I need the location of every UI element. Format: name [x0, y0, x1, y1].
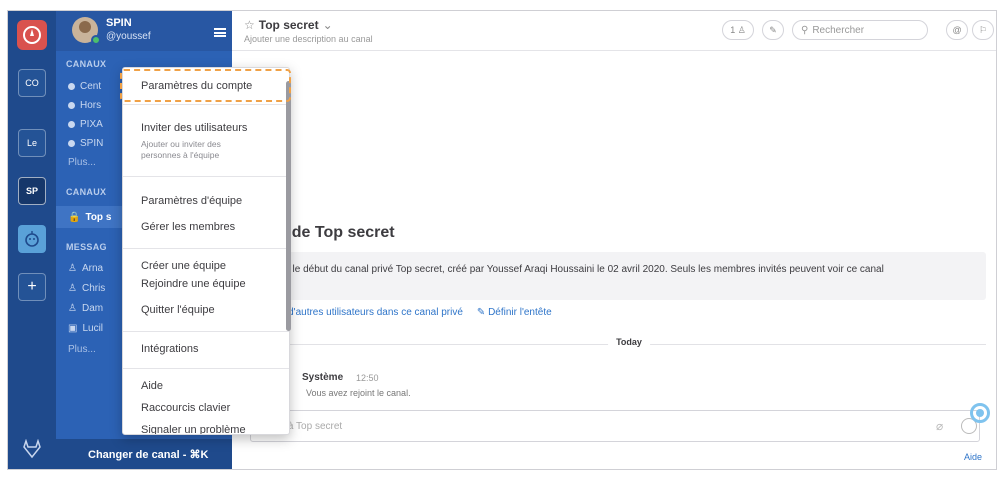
menu-item-help[interactable]: Aide	[141, 380, 163, 392]
menu-item-integrations[interactable]: Intégrations	[141, 343, 198, 355]
date-separator: Today	[272, 337, 986, 351]
search-icon: ⚲	[801, 24, 809, 36]
post-text: Vous avez rejoint le canal.	[306, 388, 411, 398]
team-button-le[interactable]: Le	[18, 129, 46, 157]
menu-item-leave-team[interactable]: Quitter l'équipe	[141, 304, 215, 316]
channel-intro-title: t de Top secret	[282, 224, 395, 241]
online-status-icon	[91, 35, 101, 45]
team-button-bot[interactable]	[18, 225, 46, 253]
section-private: CANAUX	[66, 187, 107, 197]
globe-icon	[68, 140, 75, 147]
set-header-link[interactable]: ✎ Définir l'entête	[477, 307, 552, 318]
channel-intro-box: st le début du canal privé Top secret, c…	[272, 252, 986, 300]
post-time[interactable]: 12:50	[356, 373, 379, 383]
menu-scrollbar[interactable]	[286, 81, 291, 331]
team-button-sp[interactable]: SP	[18, 177, 46, 205]
flag-button[interactable]: ⚐	[972, 20, 994, 40]
menu-item-invite-users-desc: Ajouter ou inviter des personnes à l'équ…	[141, 139, 221, 160]
menu-item-invite-users[interactable]: Inviter des utilisateurs	[141, 122, 247, 134]
sidebar-more-messages[interactable]: Plus...	[68, 344, 96, 355]
attachment-icon[interactable]: ⌀	[936, 419, 950, 433]
team-name: SPIN	[106, 17, 132, 29]
robot-icon	[25, 231, 39, 247]
chevron-down-icon: ⌄	[322, 18, 333, 32]
sidebar-header: SPIN @youssef	[56, 11, 232, 51]
globe-icon	[68, 83, 75, 90]
pin-button[interactable]: ✎	[762, 20, 784, 40]
star-icon[interactable]: ☆	[244, 18, 255, 32]
pin-icon: ✎	[769, 24, 777, 35]
menu-item-create-team[interactable]: Créer une équipe	[141, 260, 226, 272]
menu-item-team-settings[interactable]: Paramètres d'équipe	[141, 195, 242, 207]
menu-divider	[123, 368, 289, 369]
add-team-button[interactable]: +	[18, 273, 46, 301]
main-menu-dropdown: Paramètres du compte Inviter des utilisa…	[122, 67, 290, 435]
section-channels: CANAUX	[66, 59, 107, 69]
hamburger-menu-icon[interactable]	[214, 28, 226, 37]
menu-item-shortcuts[interactable]: Raccourcis clavier	[141, 402, 230, 414]
menu-divider	[123, 176, 289, 177]
app-window: CO Le SP + SPIN @youssef CANAUX Cent Hor…	[7, 10, 997, 470]
lock-icon: 🔒	[68, 211, 81, 223]
channel-intro-text: st le début du canal privé Top secret, c…	[282, 264, 884, 275]
channel-header: ☆ Top secret ⌄ Ajouter une description a…	[232, 11, 996, 51]
focus-indicator-icon	[970, 403, 990, 423]
user-icon: ♙	[68, 303, 77, 314]
username: @youssef	[106, 31, 151, 42]
highlight-callout	[120, 69, 291, 102]
menu-divider	[123, 104, 289, 105]
switch-channel-button[interactable]: Changer de canal - ⌘K	[56, 439, 232, 469]
menu-item-manage-members[interactable]: Gérer les membres	[141, 221, 235, 233]
help-link[interactable]: Aide	[964, 452, 982, 462]
team-sidebar: CO Le SP +	[8, 11, 56, 469]
channel-intro-links: r d'autres utilisateurs dans ce canal pr…	[282, 307, 552, 318]
menu-divider	[123, 248, 289, 249]
mattermost-icon	[23, 26, 41, 44]
members-icon: ♙	[737, 24, 746, 35]
channel-title[interactable]: ☆ Top secret ⌄	[244, 18, 333, 32]
add-users-link[interactable]: r d'autres utilisateurs dans ce canal pr…	[282, 307, 463, 318]
app-logo[interactable]	[17, 20, 47, 50]
user-icon: ♙	[68, 283, 77, 294]
user-icon: ♙	[68, 263, 77, 274]
team-button-co[interactable]: CO	[18, 69, 46, 97]
search-input[interactable]: ⚲ Rechercher	[792, 20, 928, 40]
sidebar-more-channels[interactable]: Plus...	[68, 157, 96, 168]
channel-content: t de Top secret st le début du canal pri…	[232, 51, 996, 469]
menu-item-join-team[interactable]: Rejoindre une équipe	[141, 278, 246, 290]
globe-icon	[68, 121, 75, 128]
user-icon: ▣	[68, 323, 78, 334]
message-input[interactable]: Écrire à Top secret ⌀	[250, 410, 980, 442]
section-messages: MESSAG	[66, 242, 107, 252]
pencil-icon: ✎	[476, 307, 489, 318]
mentions-button[interactable]: @	[946, 20, 968, 40]
channel-description[interactable]: Ajouter une description au canal	[244, 34, 373, 44]
post-author[interactable]: Système	[302, 372, 343, 383]
gitlab-icon[interactable]	[22, 439, 42, 459]
member-count-button[interactable]: 1 ♙	[722, 20, 754, 40]
flag-icon: ⚐	[978, 24, 988, 35]
globe-icon	[68, 102, 75, 109]
at-icon: @	[952, 25, 962, 35]
menu-divider	[123, 331, 289, 332]
menu-item-report-problem[interactable]: Signaler un problème	[141, 424, 246, 434]
